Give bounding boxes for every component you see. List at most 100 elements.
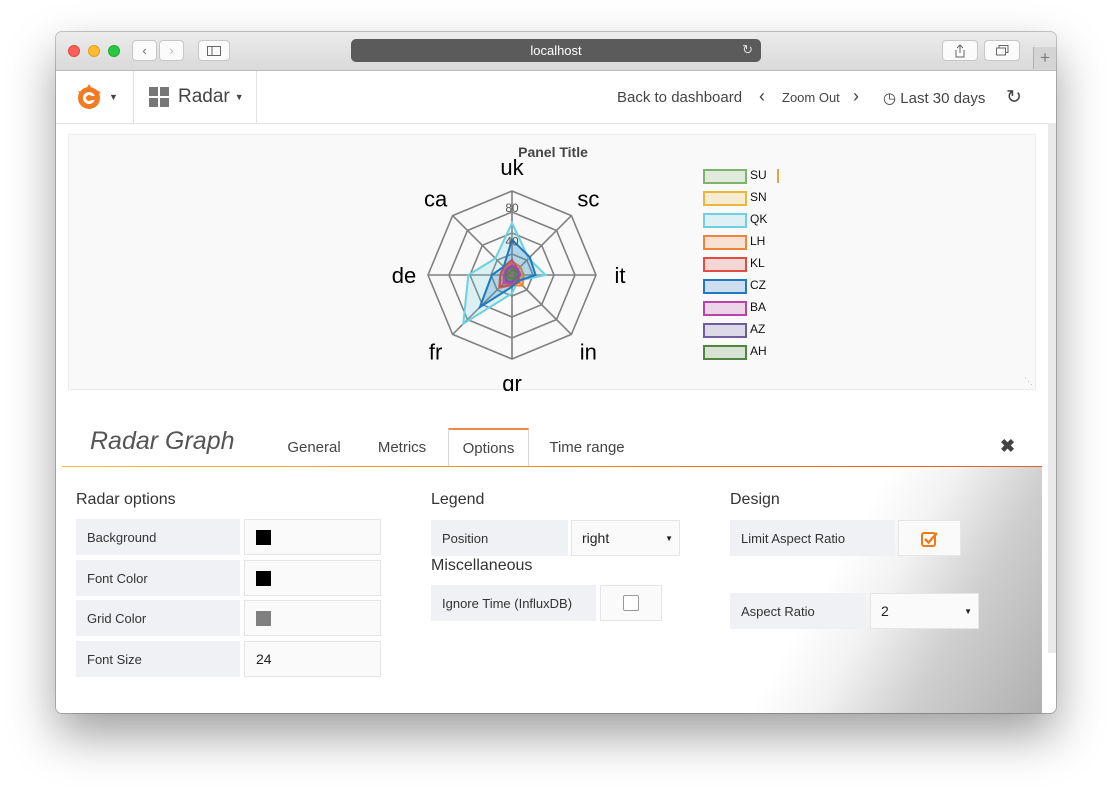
text-cursor	[777, 169, 779, 183]
caret-down-icon: ▼	[109, 92, 118, 102]
minimize-window-button[interactable]	[88, 45, 100, 57]
axis-label-ca: ca	[424, 187, 448, 212]
legend-label: AZ	[750, 322, 766, 336]
options-editor: Radar options Background Font Color Grid…	[56, 467, 1042, 713]
legend-swatch	[703, 323, 747, 338]
tabs-overview-button[interactable]	[984, 40, 1020, 61]
grid-color-picker[interactable]	[244, 600, 381, 636]
editor-title: Radar Graph	[90, 427, 235, 455]
legend-position-value: right	[582, 530, 610, 546]
chevron-right-icon[interactable]: ›	[853, 86, 859, 107]
dashboard-grid-icon	[149, 87, 169, 107]
aspect-ratio-label: Aspect Ratio	[730, 593, 866, 629]
axis-label-fr: fr	[429, 339, 442, 364]
legend-label: SU	[750, 168, 767, 182]
legend-swatch	[703, 345, 747, 360]
caret-down-icon: ▼	[964, 607, 972, 616]
tab-general[interactable]: General	[276, 428, 352, 466]
legend-label: SN	[750, 190, 767, 204]
grid-color-swatch	[256, 610, 271, 626]
share-icon	[955, 43, 965, 57]
font-color-label: Font Color	[76, 560, 240, 596]
limit-aspect-ratio-checkbox[interactable]	[898, 520, 961, 556]
chevron-right-icon: ›	[169, 43, 174, 58]
back-button[interactable]: ‹	[132, 40, 157, 61]
radial-tick-label: 40	[505, 234, 519, 248]
time-picker-button[interactable]: ◷ Last 30 days	[883, 89, 985, 107]
forward-button[interactable]: ›	[159, 40, 184, 61]
tab-metrics[interactable]: Metrics	[366, 428, 438, 466]
refresh-icon[interactable]: ↻	[1006, 86, 1022, 109]
resize-handle-icon[interactable]: ⋱	[1024, 376, 1033, 387]
axis-label-in: in	[580, 339, 597, 364]
browser-titlebar: ‹ › localhost ↻ +	[56, 32, 1056, 71]
chevron-left-icon: ‹	[142, 43, 147, 58]
caret-down-icon: ▼	[234, 92, 244, 102]
ignore-time-label: Ignore Time (InfluxDB)	[431, 585, 596, 621]
caret-down-icon: ▼	[665, 534, 673, 543]
legend-label: LH	[750, 234, 766, 248]
legend-position-select[interactable]: right ▼	[571, 520, 680, 556]
maximize-window-button[interactable]	[108, 45, 120, 57]
axis-label-uk: uk	[500, 155, 524, 180]
back-to-dashboard-link[interactable]: Back to dashboard	[617, 89, 742, 106]
legend-swatch	[703, 235, 747, 250]
legend-swatch	[703, 191, 747, 206]
legend-label: QK	[750, 212, 768, 226]
ignore-time-checkbox[interactable]	[600, 585, 662, 621]
background-color-picker[interactable]	[244, 519, 381, 555]
font-size-label: Font Size	[76, 641, 240, 677]
address-bar[interactable]: localhost ↻	[351, 39, 761, 62]
close-window-button[interactable]	[68, 45, 80, 57]
zoom-out-button[interactable]: Zoom Out	[782, 90, 840, 105]
clock-icon: ◷	[883, 90, 897, 107]
tabs-icon	[995, 45, 1008, 56]
misc-section-title: Miscellaneous	[431, 557, 533, 574]
close-icon[interactable]: ✖	[1000, 436, 1015, 457]
background-color-swatch	[256, 529, 271, 545]
chevron-left-icon[interactable]: ‹	[759, 86, 765, 107]
legend-swatch	[703, 169, 747, 184]
share-button[interactable]	[942, 40, 978, 61]
grafana-menu-button[interactable]: ▼	[56, 71, 134, 123]
legend-section-title: Legend	[431, 491, 485, 508]
time-range-label: Last 30 days	[900, 90, 986, 107]
dashboard-picker[interactable]: Radar ▼	[134, 71, 257, 123]
sidebar-toggle-button[interactable]	[198, 40, 230, 61]
axis-label-gr: gr	[502, 371, 522, 391]
scrollbar[interactable]	[1048, 123, 1056, 653]
legend-swatch	[703, 213, 747, 228]
grafana-logo-icon	[78, 84, 101, 109]
font-size-input[interactable]: 24	[244, 641, 381, 677]
new-tab-button[interactable]: +	[1033, 47, 1056, 69]
tab-time-range[interactable]: Time range	[542, 428, 632, 466]
axis-label-it: it	[615, 263, 626, 288]
design-section-title: Design	[730, 491, 780, 508]
legend-swatch	[703, 257, 747, 272]
position-label: Position	[431, 520, 568, 556]
axis-label-de: de	[392, 263, 416, 288]
browser-window: ‹ › localhost ↻ + ▼ Radar ▼ Back to dash…	[56, 32, 1056, 713]
legend-label: AH	[750, 344, 767, 358]
sidebar-icon	[207, 45, 221, 56]
dashboard-title: Radar	[178, 86, 230, 107]
radar-panel: Panel Title 40 80 uk sc it in gr fr de ca SU SN QK L…	[68, 134, 1036, 391]
checkbox-unchecked-icon	[623, 595, 639, 611]
plus-icon: +	[1040, 48, 1050, 67]
font-color-swatch	[256, 570, 271, 586]
limit-aspect-ratio-label: Limit Aspect Ratio	[730, 520, 895, 556]
legend-swatch	[703, 279, 747, 294]
legend-swatch	[703, 301, 747, 316]
checkbox-checked-icon	[920, 531, 938, 547]
aspect-ratio-value: 2	[881, 603, 889, 619]
radar-options-title: Radar options	[76, 491, 176, 508]
aspect-ratio-select[interactable]: 2 ▼	[870, 593, 979, 629]
axis-label-sc: sc	[577, 187, 599, 212]
radial-tick-label: 80	[505, 201, 519, 215]
radar-chart: 40 80 uk sc it in gr fr de ca	[392, 155, 626, 391]
tab-options[interactable]: Options	[448, 428, 529, 466]
legend-label: BA	[750, 300, 767, 314]
reload-icon[interactable]: ↻	[742, 42, 753, 58]
grid-color-label: Grid Color	[76, 600, 240, 636]
font-color-picker[interactable]	[244, 560, 381, 596]
